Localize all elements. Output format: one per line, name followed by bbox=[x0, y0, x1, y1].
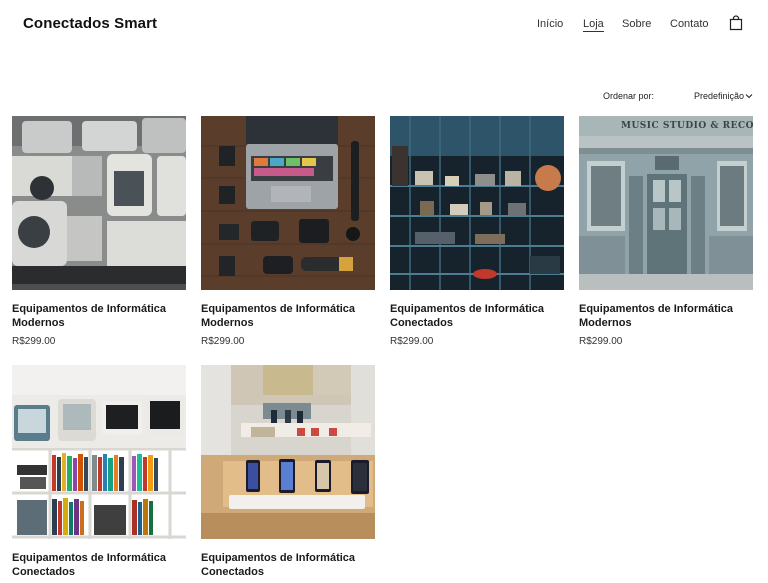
product-price: R$299.00 bbox=[12, 336, 56, 347]
product-card[interactable]: Equipamentos de Informática Conectados bbox=[201, 365, 375, 583]
product-image[interactable] bbox=[390, 116, 564, 290]
product-card[interactable]: Equipamentos de Informática Conectados bbox=[12, 365, 186, 583]
product-photo-laptop-desk bbox=[201, 116, 375, 290]
product-title[interactable]: Equipamentos de Informática Conectados bbox=[201, 551, 375, 579]
product-title[interactable]: Equipamentos de Informática Modernos bbox=[12, 302, 186, 330]
product-grid: Equipamentos de Informática Modernos R$2… bbox=[0, 0, 768, 583]
svg-text:MUSIC STUDIO & RECO: MUSIC STUDIO & RECO bbox=[621, 121, 753, 131]
product-image[interactable] bbox=[201, 365, 375, 539]
product-photo-phone-store-display bbox=[201, 365, 375, 539]
product-image[interactable]: MUSIC STUDIO & RECO bbox=[579, 116, 753, 290]
product-title[interactable]: Equipamentos de Informática Conectados bbox=[12, 551, 186, 579]
product-card[interactable]: Equipamentos de Informática Modernos R$2… bbox=[201, 116, 375, 347]
product-card[interactable]: Equipamentos de Informática Conectados R… bbox=[390, 116, 564, 347]
product-price: R$299.00 bbox=[579, 336, 623, 347]
product-price: R$299.00 bbox=[201, 336, 245, 347]
product-photo-music-studio-storefront: MUSIC STUDIO & RECO bbox=[579, 116, 753, 290]
product-title[interactable]: Equipamentos de Informática Modernos bbox=[201, 302, 375, 330]
product-card[interactable]: MUSIC STUDIO & RECO Equipamentos de Info… bbox=[579, 116, 753, 347]
product-title[interactable]: Equipamentos de Informática Modernos bbox=[579, 302, 753, 330]
product-photo-vintage-monitors-bookshelf bbox=[12, 365, 186, 539]
product-title[interactable]: Equipamentos de Informática Conectados bbox=[390, 302, 564, 330]
product-card[interactable]: Equipamentos de Informática Modernos R$2… bbox=[12, 116, 186, 347]
product-photo-electronics-shelf bbox=[390, 116, 564, 290]
product-price: R$299.00 bbox=[390, 336, 434, 347]
product-image[interactable] bbox=[201, 116, 375, 290]
product-photo-old-computers bbox=[12, 116, 186, 290]
product-image[interactable] bbox=[12, 116, 186, 290]
product-image[interactable] bbox=[12, 365, 186, 539]
